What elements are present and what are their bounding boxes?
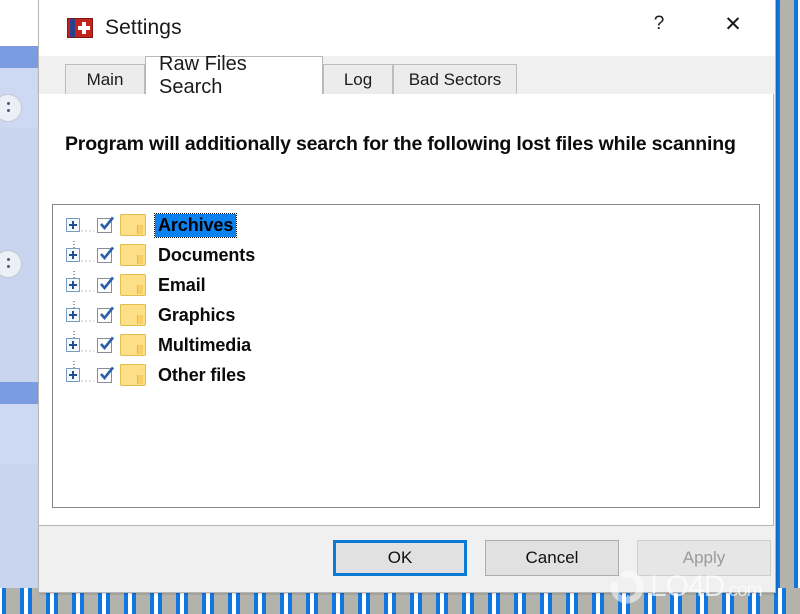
tree-item-label: Email [158, 274, 206, 295]
cancel-button[interactable]: Cancel [485, 540, 619, 576]
panel-heading: Program will additionally search for the… [65, 133, 736, 155]
background-window-sidebar [0, 0, 40, 614]
checkbox[interactable] [97, 366, 115, 383]
checkbox[interactable] [97, 276, 115, 293]
folder-icon [120, 364, 146, 386]
check-icon [100, 306, 115, 320]
expand-plus-icon[interactable] [66, 308, 80, 345]
window-title: Settings [105, 16, 182, 39]
tree-item-label: Other files [158, 364, 246, 385]
folder-icon [120, 214, 146, 236]
check-icon [100, 246, 115, 260]
checkbox[interactable] [97, 216, 115, 233]
disk-icon [0, 250, 22, 278]
checkbox[interactable] [97, 306, 115, 323]
tree-item-label: Archives [153, 212, 238, 238]
expand-plus-icon[interactable] [66, 278, 80, 315]
tree-item[interactable]: Email [66, 270, 258, 315]
expand-plus-icon[interactable] [66, 218, 80, 255]
settings-dialog: Settings ? ✕ Main Raw Files Search Log B… [38, 0, 776, 593]
close-button[interactable]: ✕ [705, 0, 761, 48]
tab-log[interactable]: Log [323, 64, 393, 94]
file-types-listbox[interactable]: Archives Documents Email Graphics Multim… [52, 204, 760, 508]
check-icon [100, 366, 115, 380]
window-controls: ? ✕ [631, 0, 775, 48]
tree-connector [80, 248, 94, 262]
file-types-tree: Archives Documents Email Graphics Multim… [66, 210, 258, 390]
check-icon [100, 336, 115, 350]
tab-main[interactable]: Main [65, 64, 145, 94]
tree-connector [80, 338, 94, 352]
apply-button: Apply [637, 540, 771, 576]
check-icon [100, 216, 115, 230]
background-row-highlight [0, 382, 40, 404]
folder-icon [120, 274, 146, 296]
tab-panel-raw-files-search: Program will additionally search for the… [38, 94, 774, 526]
first-aid-cross-icon [67, 18, 93, 38]
tab-bad-sectors[interactable]: Bad Sectors [393, 64, 517, 94]
title-bar[interactable]: Settings ? ✕ [39, 0, 775, 56]
tree-connector [80, 278, 94, 292]
dialog-footer: OK Cancel Apply [39, 526, 773, 590]
background-window-top [0, 0, 40, 46]
tree-connector [80, 218, 94, 232]
background-row-highlight [0, 46, 40, 68]
expand-plus-icon[interactable] [66, 248, 80, 285]
screen: Settings ? ✕ Main Raw Files Search Log B… [0, 0, 800, 614]
folder-icon [120, 244, 146, 266]
tree-item[interactable]: Documents [66, 240, 258, 285]
checkbox[interactable] [97, 246, 115, 263]
tab-strip: Main Raw Files Search Log Bad Sectors [39, 53, 775, 98]
help-button[interactable]: ? [631, 0, 687, 48]
expand-plus-icon[interactable] [66, 368, 80, 382]
tree-item[interactable]: Archives [66, 210, 258, 255]
ok-button[interactable]: OK [333, 540, 467, 576]
tree-item[interactable]: Graphics [66, 300, 258, 345]
check-icon [100, 276, 115, 290]
checkbox[interactable] [97, 336, 115, 353]
background-row [0, 404, 40, 464]
tree-connector [80, 308, 94, 322]
tree-connector [80, 368, 94, 382]
folder-icon [120, 304, 146, 326]
tree-item[interactable]: Other files [66, 360, 258, 390]
tree-item[interactable]: Multimedia [66, 330, 258, 375]
folder-icon [120, 334, 146, 356]
expand-plus-icon[interactable] [66, 338, 80, 375]
desktop-tile-pattern-right [774, 0, 800, 614]
tab-raw-files-search[interactable]: Raw Files Search [145, 53, 323, 98]
tree-item-label: Multimedia [158, 334, 252, 355]
tree-item-label: Graphics [158, 304, 236, 325]
tree-item-label: Documents [158, 244, 256, 265]
